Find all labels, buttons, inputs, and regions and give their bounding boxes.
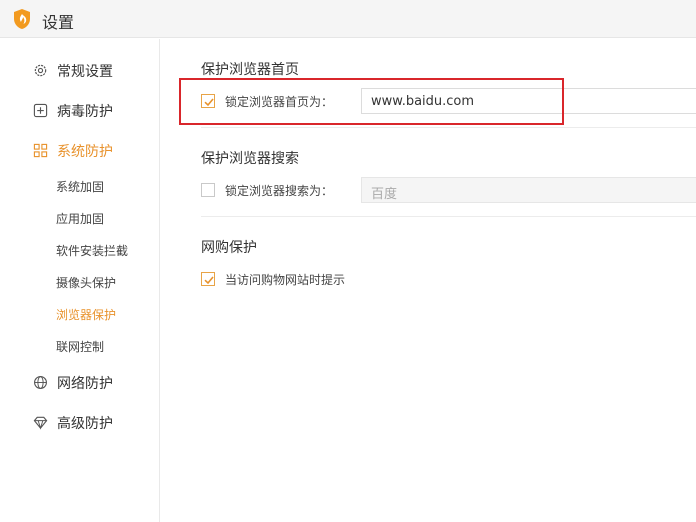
- search-engine-select[interactable]: 百度: [361, 177, 696, 203]
- diamond-icon: [33, 416, 48, 430]
- shopping-alert-checkbox[interactable]: [201, 272, 215, 286]
- sidebar-subitem-network-control[interactable]: 联网控制: [56, 338, 104, 360]
- sidebar-item-system-protection[interactable]: 系统防护: [0, 135, 160, 165]
- check-icon: [204, 98, 214, 107]
- gear-icon: [34, 64, 47, 77]
- sidebar: 常规设置 病毒防护 系统防护 系统加固 应用加固 软件安装拦截 摄像头保护 浏览…: [0, 39, 160, 522]
- sidebar-item-general-settings[interactable]: 常规设置: [0, 55, 160, 85]
- plus-box-icon: [33, 103, 48, 118]
- shopping-alert-label: 当访问购物网站时提示: [225, 273, 346, 287]
- grid-icon: [33, 143, 48, 158]
- lock-search-label: 锁定浏览器搜索为：: [225, 184, 334, 198]
- sidebar-subitem-install-blocking[interactable]: 软件安装拦截: [56, 242, 128, 264]
- app-logo-icon: [14, 9, 30, 29]
- window-title: 设置: [42, 13, 75, 32]
- settings-panel: 保护浏览器首页 锁定浏览器首页为： www.baidu.com 保护浏览器搜索 …: [161, 39, 696, 522]
- check-icon: [204, 276, 214, 285]
- lock-homepage-checkbox[interactable]: [201, 94, 215, 108]
- lock-homepage-checkbox-row[interactable]: 锁定浏览器首页为：: [201, 90, 361, 112]
- sidebar-item-label: 病毒防护: [57, 104, 113, 120]
- sidebar-item-label: 网络防护: [57, 376, 113, 392]
- sidebar-item-advanced-protection[interactable]: 高级防护: [0, 407, 160, 437]
- sidebar-subitem-app-hardening[interactable]: 应用加固: [56, 210, 104, 232]
- lock-search-checkbox[interactable]: [201, 183, 215, 197]
- divider: [201, 127, 696, 128]
- homepage-url-input[interactable]: www.baidu.com: [361, 88, 696, 114]
- lock-homepage-label: 锁定浏览器首页为：: [225, 95, 334, 109]
- lock-search-checkbox-row[interactable]: 锁定浏览器搜索为：: [201, 179, 361, 201]
- sidebar-item-label: 系统防护: [57, 144, 113, 160]
- sidebar-subitem-system-hardening[interactable]: 系统加固: [56, 178, 104, 200]
- section-title-search: 保护浏览器搜索: [201, 151, 299, 167]
- title-bar: 设置: [0, 0, 696, 38]
- section-title-homepage: 保护浏览器首页: [201, 62, 299, 78]
- sidebar-item-label: 常规设置: [57, 64, 113, 80]
- sidebar-subitem-browser-protection[interactable]: 浏览器保护: [56, 306, 116, 328]
- globe-icon: [34, 376, 47, 389]
- divider: [201, 216, 696, 217]
- sidebar-item-label: 高级防护: [57, 416, 113, 432]
- sidebar-item-network-protection[interactable]: 网络防护: [0, 367, 160, 397]
- sidebar-subitem-camera-protection[interactable]: 摄像头保护: [56, 274, 116, 296]
- shopping-alert-checkbox-row[interactable]: 当访问购物网站时提示: [201, 268, 371, 290]
- section-title-shopping: 网购保护: [201, 240, 257, 256]
- sidebar-item-virus-protection[interactable]: 病毒防护: [0, 95, 160, 125]
